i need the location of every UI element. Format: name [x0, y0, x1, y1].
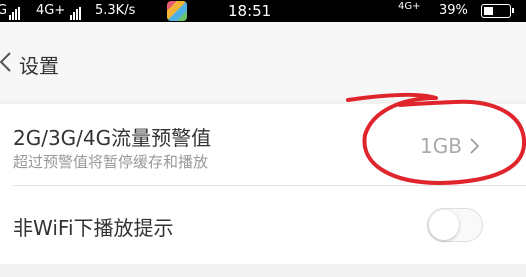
toggle-knob: [429, 210, 459, 240]
row-divider: [13, 185, 526, 186]
battery-icon: [481, 4, 514, 18]
clock: 18:51: [228, 2, 272, 20]
page-title: 设置: [19, 54, 59, 78]
nav-bar: 设置: [0, 22, 526, 100]
signal-partial-label: G: [0, 3, 8, 18]
network-type-label-right: 4G+: [398, 1, 421, 12]
signal-bars-icon: [9, 5, 21, 20]
chevron-right-icon: [470, 138, 480, 154]
non-wifi-toggle[interactable]: [427, 208, 483, 242]
status-bar: G 4G+ 5.3K/s 18:51 4G+ 39%: [0, 0, 526, 22]
network-speed: 5.3K/s: [95, 3, 136, 18]
back-chevron-icon[interactable]: [0, 49, 20, 75]
app-notification-icon: [167, 1, 187, 21]
network-type-label: 4G+: [36, 3, 66, 18]
battery-percent: 39%: [439, 3, 468, 18]
signal-bars-icon: [70, 5, 82, 20]
data-warning-value: 1GB: [420, 134, 462, 158]
data-warning-subtitle: 超过预警值将暂停缓存和播放: [13, 153, 209, 171]
non-wifi-title: 非WiFi下播放提示: [13, 216, 174, 240]
data-warning-title: 2G/3G/4G流量预警值: [13, 126, 212, 150]
